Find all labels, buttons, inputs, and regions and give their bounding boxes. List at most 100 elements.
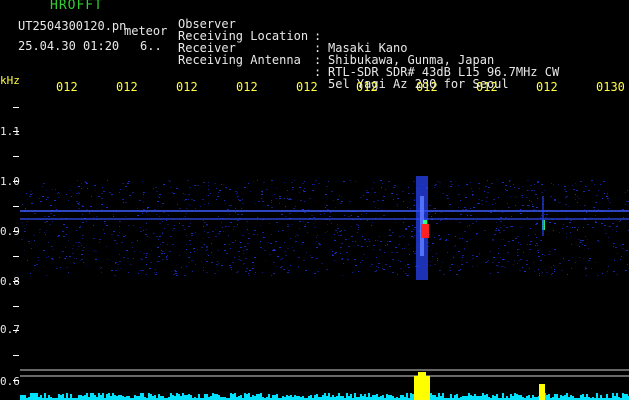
noise-speck: [326, 186, 328, 187]
noise-speck: [598, 241, 600, 242]
noise-speck: [246, 249, 248, 250]
noise-speck: [549, 222, 551, 223]
noise-speck: [578, 227, 579, 228]
noise-speck: [334, 234, 335, 235]
noise-speck: [164, 228, 165, 229]
noise-speck: [94, 185, 96, 186]
noise-speck: [138, 273, 139, 274]
noise-speck: [551, 267, 552, 268]
noise-speck: [37, 257, 39, 258]
noise-speck: [260, 241, 261, 242]
noise-speck: [167, 244, 168, 245]
noise-speck: [159, 197, 160, 198]
noise-speck: [410, 208, 411, 209]
noise-speck: [438, 235, 440, 236]
noise-speck: [526, 260, 528, 261]
baseline-bar: [486, 394, 488, 400]
noise-speck: [352, 272, 353, 273]
baseline-bar: [484, 395, 486, 400]
noise-speck: [48, 216, 50, 217]
noise-speck: [217, 261, 218, 262]
noise-speck: [290, 199, 292, 200]
noise-speck: [115, 270, 117, 271]
noise-speck: [166, 256, 167, 257]
noise-speck: [461, 264, 463, 265]
noise-speck: [609, 226, 611, 227]
baseline-bar: [108, 393, 110, 400]
noise-speck: [510, 196, 511, 197]
noise-speck: [434, 185, 436, 186]
noise-speck: [293, 208, 295, 209]
noise-speck: [367, 246, 368, 247]
noise-speck: [203, 220, 204, 221]
noise-speck: [412, 225, 413, 226]
noise-speck: [596, 195, 598, 196]
noise-speck: [546, 214, 548, 215]
noise-speck: [157, 201, 159, 202]
noise-speck: [290, 265, 291, 266]
noise-speck: [277, 256, 279, 257]
noise-speck: [451, 264, 453, 265]
noise-speck: [318, 243, 320, 244]
noise-speck: [515, 196, 516, 197]
noise-speck: [529, 200, 530, 201]
baseline-bar: [402, 395, 404, 400]
noise-speck: [565, 197, 567, 198]
noise-speck: [77, 180, 78, 181]
noise-speck: [403, 271, 404, 272]
noise-speck: [167, 224, 169, 225]
noise-speck: [278, 231, 279, 232]
noise-speck: [528, 205, 530, 206]
noise-speck: [340, 247, 342, 248]
noise-speck: [282, 258, 283, 259]
noise-speck: [48, 242, 49, 243]
noise-speck: [313, 223, 314, 224]
noise-speck: [50, 205, 52, 206]
noise-speck: [414, 253, 416, 254]
noise-speck: [170, 187, 172, 188]
baseline-bar: [302, 396, 304, 400]
noise-speck: [304, 181, 305, 182]
noise-speck: [505, 217, 507, 218]
noise-speck: [389, 229, 390, 230]
noise-speck: [459, 222, 461, 223]
baseline-bar: [20, 395, 22, 400]
time-tick-label: 012: [356, 80, 378, 94]
noise-speck: [519, 270, 521, 271]
noise-speck: [117, 268, 118, 269]
noise-speck: [274, 194, 275, 195]
noise-speck: [113, 214, 114, 215]
noise-speck: [271, 180, 273, 181]
noise-speck: [164, 253, 165, 254]
noise-speck: [206, 224, 208, 225]
noise-speck: [216, 264, 218, 265]
noise-speck: [22, 222, 23, 223]
noise-speck: [222, 227, 223, 228]
baseline-bar: [376, 394, 378, 400]
noise-speck: [407, 264, 409, 265]
noise-speck: [392, 259, 394, 260]
noise-speck: [499, 232, 501, 233]
noise-speck: [162, 233, 163, 234]
noise-speck: [201, 247, 203, 248]
noise-speck: [238, 251, 240, 252]
noise-speck: [549, 251, 551, 252]
noise-speck: [328, 181, 329, 182]
baseline-bar: [440, 396, 442, 400]
baseline-bar: [296, 396, 298, 400]
noise-speck: [554, 249, 556, 250]
baseline-bar: [390, 395, 392, 400]
baseline-bar: [570, 395, 572, 400]
noise-speck: [215, 229, 216, 230]
noise-speck: [593, 207, 595, 208]
baseline-bar: [316, 394, 318, 400]
noise-speck: [208, 182, 209, 183]
noise-speck: [183, 193, 184, 194]
noise-speck: [614, 260, 615, 261]
noise-speck: [373, 245, 375, 246]
noise-speck: [78, 186, 80, 187]
baseline-bar: [474, 394, 476, 400]
baseline-bar: [44, 393, 46, 400]
noise-speck: [582, 244, 583, 245]
noise-speck: [27, 221, 28, 222]
